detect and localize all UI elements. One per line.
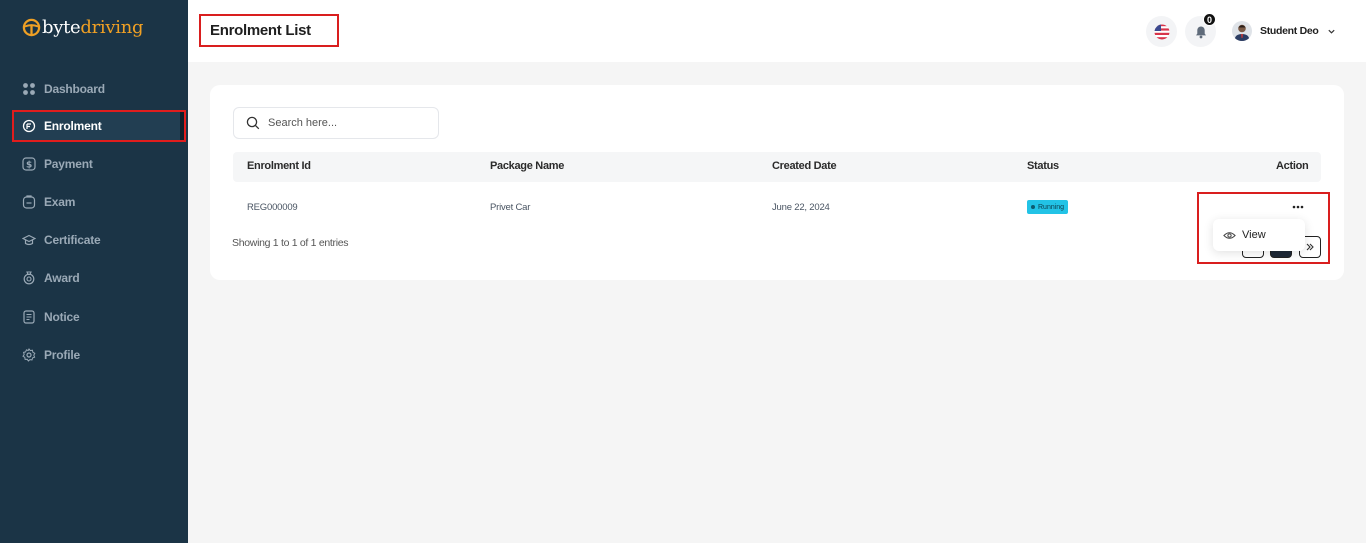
notification-count-badge: 0 (1203, 13, 1216, 26)
sidebar-item-label: Notice (44, 310, 80, 324)
shield-icon (22, 119, 36, 133)
logo[interactable]: bytedriving (22, 17, 144, 38)
document-icon (22, 310, 36, 324)
chevron-down-icon (1327, 29, 1335, 34)
sidebar-item-profile[interactable]: Profile (12, 339, 186, 371)
sidebar-item-label: Exam (44, 195, 76, 209)
cell-enrolment-id: REG000009 (247, 202, 298, 213)
column-header-created-date[interactable]: Created Date (772, 160, 837, 172)
search-input[interactable] (268, 117, 418, 129)
sidebar-item-label: Payment (44, 157, 93, 171)
clipboard-icon (22, 195, 36, 209)
sidebar-item-enrolment[interactable]: Enrolment (12, 110, 186, 142)
user-name: Student Deo (1260, 25, 1319, 37)
active-indicator (180, 112, 184, 140)
sidebar-item-dashboard[interactable]: Dashboard (12, 73, 186, 105)
sidebar-item-certificate[interactable]: Certificate (12, 224, 186, 256)
sidebar-item-payment[interactable]: $ Payment (12, 148, 186, 180)
status-badge: Running (1027, 200, 1069, 214)
column-header-package-name[interactable]: Package Name (490, 160, 564, 172)
award-icon (22, 271, 36, 285)
grid-icon (22, 82, 36, 96)
gear-icon (22, 348, 36, 362)
svg-text:$: $ (26, 161, 32, 171)
language-button[interactable] (1146, 16, 1177, 47)
action-highlight-box (1197, 192, 1330, 264)
sidebar-item-label: Award (44, 271, 80, 285)
sidebar-item-label: Enrolment (44, 119, 102, 133)
dollar-icon: $ (22, 157, 36, 171)
page-title: Enrolment List (199, 14, 339, 47)
status-dot-icon (1031, 205, 1035, 209)
sidebar-item-label: Profile (44, 348, 80, 362)
search-icon (246, 116, 260, 130)
us-flag-icon (1154, 24, 1169, 39)
cell-created-date: June 22, 2024 (772, 202, 830, 213)
sidebar-item-award[interactable]: Award (12, 262, 186, 294)
avatar (1232, 21, 1252, 41)
table-header: Enrolment Id Package Name Created Date S… (233, 152, 1321, 182)
sidebar-item-label: Certificate (44, 233, 101, 247)
sidebar-item-exam[interactable]: Exam (12, 186, 186, 218)
column-header-enrolment-id[interactable]: Enrolment Id (247, 160, 311, 172)
sidebar-item-notice[interactable]: Notice (12, 301, 186, 333)
column-header-action: Action (1276, 160, 1309, 172)
entries-summary: Showing 1 to 1 of 1 entries (232, 237, 349, 249)
enrolment-card: Enrolment Id Package Name Created Date S… (210, 85, 1344, 280)
column-header-status[interactable]: Status (1027, 160, 1059, 172)
sidebar: bytedriving Dashboard Enrolment $ Paymen… (0, 0, 188, 543)
status-label: Running (1038, 203, 1065, 211)
sidebar-item-label: Dashboard (44, 82, 105, 96)
bell-icon (1195, 26, 1206, 38)
steering-wheel-logo-icon (22, 18, 41, 37)
notifications-button[interactable]: 0 (1185, 13, 1216, 47)
top-header: Enrolment List 0 Student Deo (188, 0, 1366, 62)
cell-package-name: Privet Car (490, 202, 531, 213)
user-menu[interactable]: Student Deo (1232, 21, 1336, 41)
graduation-cap-icon (22, 233, 36, 247)
logo-text: bytedriving (42, 17, 144, 38)
search-box[interactable] (233, 107, 439, 139)
